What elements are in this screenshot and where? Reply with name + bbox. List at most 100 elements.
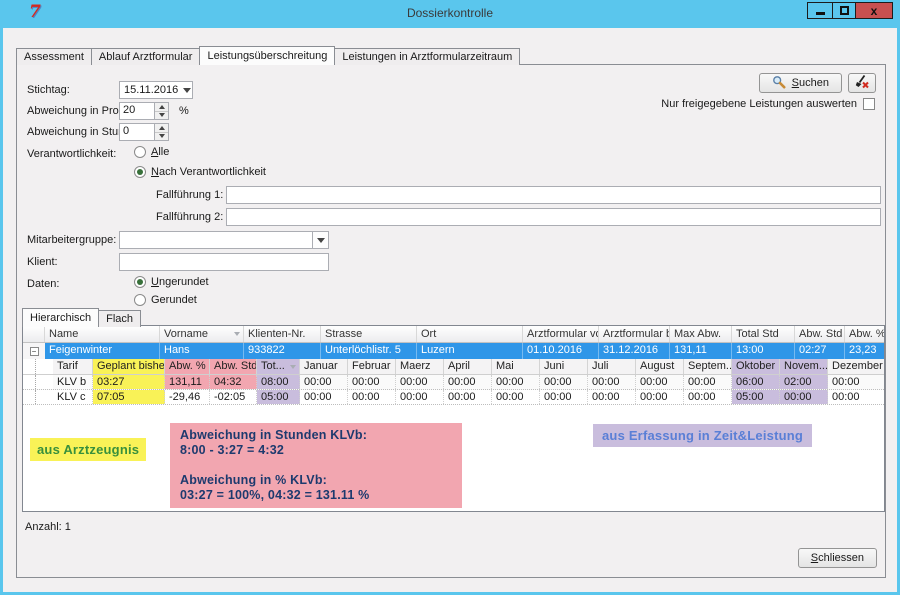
subtab-hierarchisch[interactable]: Hierarchisch bbox=[22, 308, 99, 327]
subtab-flach[interactable]: Flach bbox=[98, 310, 141, 327]
maximize-button[interactable] bbox=[832, 2, 856, 19]
cell-total-std[interactable]: 13:00 bbox=[732, 343, 795, 359]
cell-ort[interactable]: Luzern bbox=[417, 343, 523, 359]
subgrid-row-klvc[interactable]: KLV c 07:05 -29,46 -02:05 05:00 00:00 00… bbox=[23, 390, 884, 405]
radio-gerundet[interactable]: Gerundet bbox=[134, 294, 197, 306]
close-button[interactable]: x bbox=[855, 2, 893, 19]
grid-header-arztformular-bis[interactable]: Arztformular bis bbox=[599, 326, 670, 342]
cell-maerz[interactable]: 00:00 bbox=[396, 375, 444, 389]
subgrid-header-total[interactable]: Tot... bbox=[257, 359, 300, 374]
cell-name[interactable]: Feigenwinter bbox=[45, 343, 160, 359]
grid-header-vorname[interactable]: Vorname bbox=[160, 326, 244, 342]
cell-januar[interactable]: 00:00 bbox=[300, 390, 348, 404]
cell-august[interactable]: 00:00 bbox=[636, 375, 684, 389]
cell-abw-std[interactable]: 04:32 bbox=[210, 375, 257, 389]
tab-ablauf-arztformular[interactable]: Ablauf Arztformular bbox=[91, 48, 201, 65]
cell-maerz[interactable]: 00:00 bbox=[396, 390, 444, 404]
clear-filter-button[interactable] bbox=[848, 73, 876, 93]
mitarbeitergruppe-select[interactable] bbox=[119, 231, 329, 249]
subgrid-header-august[interactable]: August bbox=[636, 359, 684, 374]
cell-september[interactable]: 00:00 bbox=[684, 390, 732, 404]
cell-total[interactable]: 08:00 bbox=[257, 375, 300, 389]
grid-row-selected[interactable]: − Feigenwinter Hans 933822 Unterlöchlist… bbox=[23, 343, 884, 359]
subgrid-header-mai[interactable]: Mai bbox=[492, 359, 540, 374]
cell-oktober[interactable]: 06:00 bbox=[732, 375, 780, 389]
cell-oktober[interactable]: 05:00 bbox=[732, 390, 780, 404]
cell-arztformular-bis[interactable]: 31.12.2016 bbox=[599, 343, 670, 359]
fallfuehrung2-input[interactable] bbox=[226, 208, 881, 226]
cell-april[interactable]: 00:00 bbox=[444, 390, 492, 404]
stunden-down-button[interactable] bbox=[155, 133, 168, 141]
tab-leistungsueberschreitung[interactable]: Leistungsüberschreitung bbox=[199, 46, 335, 65]
schliessen-button[interactable]: Schliessen bbox=[798, 548, 877, 568]
fallfuehrung1-input[interactable] bbox=[226, 186, 881, 204]
cell-max-abw[interactable]: 131,11 bbox=[670, 343, 732, 359]
chevron-down-icon[interactable] bbox=[312, 232, 328, 248]
cell-juli[interactable]: 00:00 bbox=[588, 375, 636, 389]
cell-november[interactable]: 02:00 bbox=[780, 375, 828, 389]
tab-leistungen-in-arztformularzeitraum[interactable]: Leistungen in Arztformularzeitraum bbox=[334, 48, 520, 65]
grid-header-name[interactable]: Name bbox=[45, 326, 160, 342]
cell-arztformular-von[interactable]: 01.10.2016 bbox=[523, 343, 599, 359]
radio-nach-verantwortlichkeit[interactable]: Nach Verantwortlichkeit bbox=[134, 166, 266, 178]
cell-januar[interactable]: 00:00 bbox=[300, 375, 348, 389]
cell-abw-std[interactable]: -02:05 bbox=[210, 390, 257, 404]
subgrid-row-klvb[interactable]: KLV b 03:27 131,11 04:32 08:00 00:00 00:… bbox=[23, 375, 884, 390]
subgrid-header-geplant-bisher[interactable]: Geplant bisher bbox=[93, 359, 165, 374]
minimize-button[interactable] bbox=[807, 2, 833, 19]
cell-dezember[interactable]: 00:00 bbox=[828, 390, 884, 404]
subgrid-header-april[interactable]: April bbox=[444, 359, 492, 374]
radio-alle[interactable]: Alle bbox=[134, 146, 169, 158]
grid-header-arztformular-von[interactable]: Arztformular von bbox=[523, 326, 599, 342]
cell-mai[interactable]: 00:00 bbox=[492, 375, 540, 389]
cell-dezember[interactable]: 00:00 bbox=[828, 375, 884, 389]
subgrid-header-tarif[interactable]: Tarif bbox=[53, 359, 93, 374]
cell-august[interactable]: 00:00 bbox=[636, 390, 684, 404]
cell-abw-pct[interactable]: 23,23 bbox=[845, 343, 884, 359]
grid-header-total-std[interactable]: Total Std bbox=[732, 326, 795, 342]
tab-assessment[interactable]: Assessment bbox=[16, 48, 92, 65]
radio-ungerundet[interactable]: Ungerundet bbox=[134, 276, 209, 288]
cell-abw-pct[interactable]: 131,11 bbox=[165, 375, 210, 389]
grid-header-ort[interactable]: Ort bbox=[417, 326, 523, 342]
subgrid-header-juni[interactable]: Juni bbox=[540, 359, 588, 374]
cell-vorname[interactable]: Hans bbox=[160, 343, 244, 359]
cell-klienten-nr[interactable]: 933822 bbox=[244, 343, 321, 359]
cell-mai[interactable]: 00:00 bbox=[492, 390, 540, 404]
subgrid-header-dezember[interactable]: Dezember bbox=[828, 359, 884, 374]
cell-abw-pct[interactable]: -29,46 bbox=[165, 390, 210, 404]
cell-april[interactable]: 00:00 bbox=[444, 375, 492, 389]
subgrid-header-juli[interactable]: Juli bbox=[588, 359, 636, 374]
subgrid-header-maerz[interactable]: Maerz bbox=[396, 359, 444, 374]
subgrid-header-september[interactable]: Septem... bbox=[684, 359, 732, 374]
suchen-button[interactable]: Suchen bbox=[759, 73, 842, 93]
radio-gerundet-circle[interactable] bbox=[134, 294, 146, 306]
subgrid-header-januar[interactable]: Januar bbox=[300, 359, 348, 374]
cell-februar[interactable]: 00:00 bbox=[348, 375, 396, 389]
cell-geplant-bisher[interactable]: 07:05 bbox=[93, 390, 165, 404]
collapse-toggle[interactable]: − bbox=[23, 343, 45, 359]
subgrid-header-abw-std[interactable]: Abw. Std bbox=[210, 359, 257, 374]
subgrid-header-abw-pct[interactable]: Abw. % bbox=[165, 359, 210, 374]
cell-total[interactable]: 05:00 bbox=[257, 390, 300, 404]
stunden-stepper[interactable]: 0 bbox=[119, 123, 169, 141]
grid-header-abw-std[interactable]: Abw. Std bbox=[795, 326, 845, 342]
stunden-up-button[interactable] bbox=[155, 124, 168, 133]
cell-september[interactable]: 00:00 bbox=[684, 375, 732, 389]
freigegebene-checkbox[interactable] bbox=[863, 98, 875, 110]
cell-geplant-bisher[interactable]: 03:27 bbox=[93, 375, 165, 389]
cell-juni[interactable]: 00:00 bbox=[540, 390, 588, 404]
cell-abw-std[interactable]: 02:27 bbox=[795, 343, 845, 359]
subgrid-header-november[interactable]: Novem... bbox=[780, 359, 828, 374]
grid-header-strasse[interactable]: Strasse bbox=[321, 326, 417, 342]
chevron-down-icon[interactable] bbox=[182, 88, 192, 93]
subgrid-header-februar[interactable]: Februar bbox=[348, 359, 396, 374]
radio-nach-circle[interactable] bbox=[134, 166, 146, 178]
stichtag-datepicker[interactable]: 15.11.2016 bbox=[119, 81, 193, 99]
klient-input[interactable] bbox=[119, 253, 329, 271]
cell-strasse[interactable]: Unterlöchlistr. 5 bbox=[321, 343, 417, 359]
titlebar[interactable]: 7 Dossierkontrolle x bbox=[3, 0, 897, 28]
cell-juni[interactable]: 00:00 bbox=[540, 375, 588, 389]
cell-tarif[interactable]: KLV c bbox=[53, 390, 93, 404]
cell-november[interactable]: 00:00 bbox=[780, 390, 828, 404]
